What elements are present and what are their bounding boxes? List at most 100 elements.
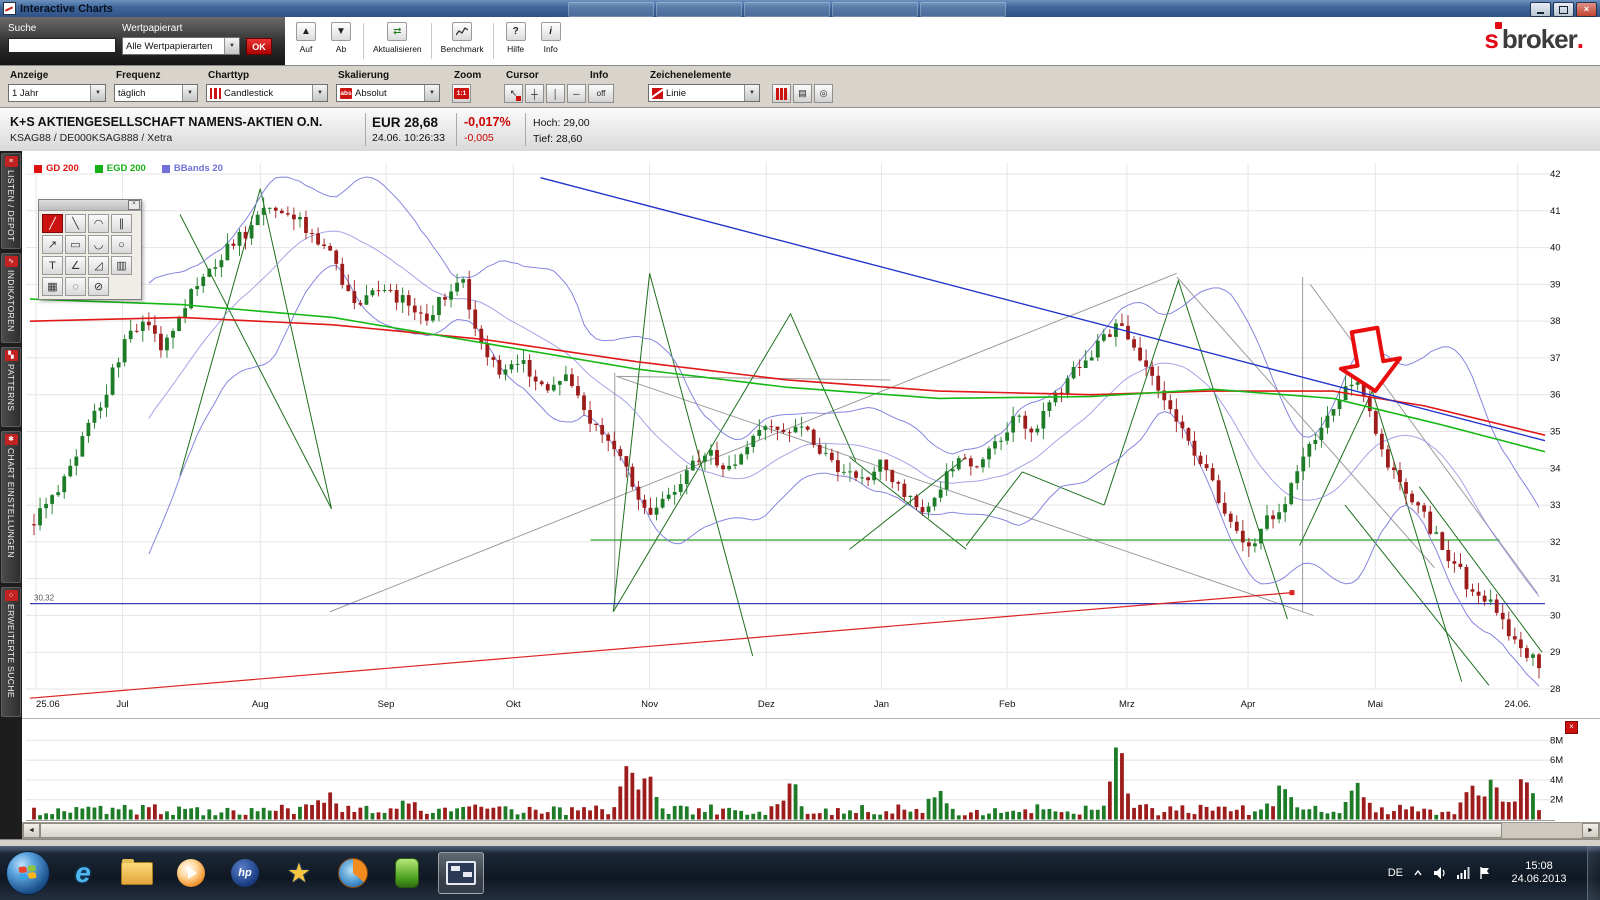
hidden-icons-chevron-icon[interactable] — [1412, 867, 1424, 879]
bars-tool[interactable]: ▥ — [111, 256, 132, 275]
curve-tool[interactable]: ◡ — [88, 235, 109, 254]
chevron-down-icon[interactable]: ▼ — [90, 85, 105, 101]
annotations-button[interactable]: ◎ — [814, 84, 833, 103]
pointer-cursor-button[interactable]: ↖ — [504, 84, 523, 103]
indicator-bars-button[interactable] — [772, 84, 791, 103]
search-input[interactable] — [8, 38, 116, 53]
language-indicator[interactable]: DE — [1388, 867, 1403, 879]
legend-egd200[interactable]: EGD 200 — [95, 163, 146, 174]
sidebar-item-label: CHART EINSTELLUNGEN — [6, 448, 16, 558]
sidebar-item-listen-depot[interactable]: ≡ LISTEN / DEPOT — [1, 153, 21, 249]
chevron-down-icon[interactable]: ▼ — [224, 38, 239, 54]
scrollbar-thumb[interactable] — [40, 823, 1502, 838]
scroll-right-button[interactable]: ► — [1582, 823, 1599, 838]
background-window-button[interactable] — [744, 2, 830, 17]
trend-angle-tool[interactable]: ∠ — [65, 256, 86, 275]
grid-tool[interactable]: ▦ — [42, 277, 63, 296]
close-button[interactable]: × — [1576, 2, 1597, 17]
triangle-tool[interactable]: ◿ — [88, 256, 109, 275]
zoom-1-1-button[interactable]: 1:1 — [452, 84, 471, 103]
palette-close-icon[interactable]: × — [128, 200, 140, 210]
svg-text:41: 41 — [1550, 206, 1561, 217]
firefox-icon — [338, 858, 368, 888]
network-icon[interactable] — [1456, 866, 1470, 880]
instrument-identifiers: KSAG88 / DE000KSAG888 / Xetra — [10, 132, 172, 144]
up-button[interactable]: ▲ Auf — [293, 22, 319, 54]
volume-close-button[interactable]: × — [1565, 721, 1578, 734]
text-tool[interactable]: T — [42, 256, 63, 275]
button-label: Info — [544, 44, 558, 54]
taskbar-icon-windows-explorer[interactable] — [114, 852, 160, 894]
sidebar-item-indikatoren[interactable]: ∿ INDIKATOREN — [1, 253, 21, 343]
start-button[interactable] — [6, 851, 50, 895]
line-tool[interactable]: ╱ — [42, 214, 63, 233]
ok-button[interactable]: OK — [246, 38, 272, 55]
taskbar-icon-internet-explorer[interactable]: e — [60, 852, 106, 894]
taskbar-icon-firefox[interactable] — [330, 852, 376, 894]
wertpapierart-dropdown[interactable]: Alle Wertpapierarten ▼ — [122, 37, 240, 55]
taskbar-clock[interactable]: 15:08 24.06.2013 — [1500, 860, 1578, 886]
chevron-down-icon[interactable]: ▼ — [424, 85, 439, 101]
anzeige-dropdown[interactable]: 1 Jahr ▼ — [8, 84, 106, 102]
action-center-flag-icon[interactable] — [1479, 866, 1491, 880]
ellipse-tool[interactable]: ○ — [111, 235, 132, 254]
price-chart[interactable]: 30,3228293031323334353637383940414225.06… — [22, 151, 1600, 718]
info-off-toggle[interactable]: off — [588, 84, 614, 103]
chevron-down-icon[interactable]: ▼ — [312, 85, 327, 101]
horizontal-line-cursor-button[interactable]: ─ — [567, 84, 586, 103]
svg-text:39: 39 — [1550, 279, 1561, 290]
taskbar-icon-green-app[interactable] — [384, 852, 430, 894]
rectangle-tool[interactable]: ▭ — [65, 235, 86, 254]
charttyp-dropdown[interactable]: Candlestick ▼ — [206, 84, 328, 102]
legend-bbands[interactable]: BBands 20 — [162, 163, 223, 174]
svg-text:Aug: Aug — [252, 699, 269, 710]
background-window-button[interactable] — [832, 2, 918, 17]
background-window-button[interactable] — [920, 2, 1006, 17]
info-button[interactable]: i Info — [538, 22, 564, 54]
skalierung-value: Absolut — [355, 88, 387, 99]
frequenz-dropdown[interactable]: täglich ▼ — [114, 84, 198, 102]
taskbar-icon-interactive-charts[interactable] — [438, 852, 484, 894]
arc-tool[interactable]: ◠ — [88, 214, 109, 233]
refresh-button[interactable]: ⇄ Aktualisieren — [373, 22, 422, 54]
minimize-button[interactable] — [1530, 2, 1551, 17]
window-status-strip — [0, 839, 1600, 846]
volume-chart[interactable]: 2M4M6M8M — [22, 719, 1600, 822]
crosshair-cursor-button[interactable]: ┼ — [525, 84, 544, 103]
notes-button[interactable]: ▤ — [793, 84, 812, 103]
taskbar-icon-hp[interactable]: hp — [222, 852, 268, 894]
arrow-tool[interactable]: ↗ — [42, 235, 63, 254]
tray-date: 24.06.2013 — [1500, 873, 1578, 886]
show-desktop-button[interactable] — [1587, 846, 1600, 900]
benchmark-button[interactable]: Benchmark — [441, 22, 484, 54]
background-window-button[interactable] — [568, 2, 654, 17]
sidebar-item-patterns[interactable]: ▚ PATTERNS — [1, 347, 21, 427]
background-window-button[interactable] — [656, 2, 742, 17]
legend-gd200[interactable]: GD 200 — [34, 163, 79, 174]
pencil-tool[interactable]: ╲ — [65, 214, 86, 233]
chevron-down-icon[interactable]: ▼ — [744, 85, 759, 101]
parallel-lines-tool[interactable]: ∥ — [111, 214, 132, 233]
sidebar-item-erweiterte-suche[interactable]: ○ ERWEITERTE SUCHE — [1, 587, 21, 717]
support-lines: 30,32 — [30, 540, 1545, 604]
maximize-button[interactable] — [1553, 2, 1574, 17]
vertical-line-cursor-button[interactable]: │ — [546, 84, 565, 103]
palette-titlebar[interactable]: × — [39, 200, 141, 211]
clear-tool[interactable]: ⊘ — [88, 277, 109, 296]
chevron-down-icon[interactable]: ▼ — [182, 85, 197, 101]
volume-icon[interactable] — [1433, 866, 1447, 880]
circle-small-tool[interactable]: ◌ — [65, 277, 86, 296]
chart-horizontal-scrollbar[interactable]: ◄ ► — [22, 822, 1600, 839]
skalierung-dropdown[interactable]: abs Absolut ▼ — [336, 84, 440, 102]
taskbar-icon-favorites[interactable]: ★ — [276, 852, 322, 894]
trendline — [541, 178, 1545, 441]
scroll-left-button[interactable]: ◄ — [23, 823, 40, 838]
taskbar-icon-media-player[interactable] — [168, 852, 214, 894]
indicator-icon: ∿ — [5, 256, 18, 267]
zeichenelemente-dropdown[interactable]: Linie ▼ — [648, 84, 760, 102]
sidebar-item-chart-einstellungen[interactable]: ✱ CHART EINSTELLUNGEN — [1, 431, 21, 583]
down-button[interactable]: ▼ Ab — [328, 22, 354, 54]
green-drawings — [180, 189, 1542, 686]
help-button[interactable]: ? Hilfe — [503, 22, 529, 54]
sidebar-item-label: ERWEITERTE SUCHE — [6, 604, 16, 698]
